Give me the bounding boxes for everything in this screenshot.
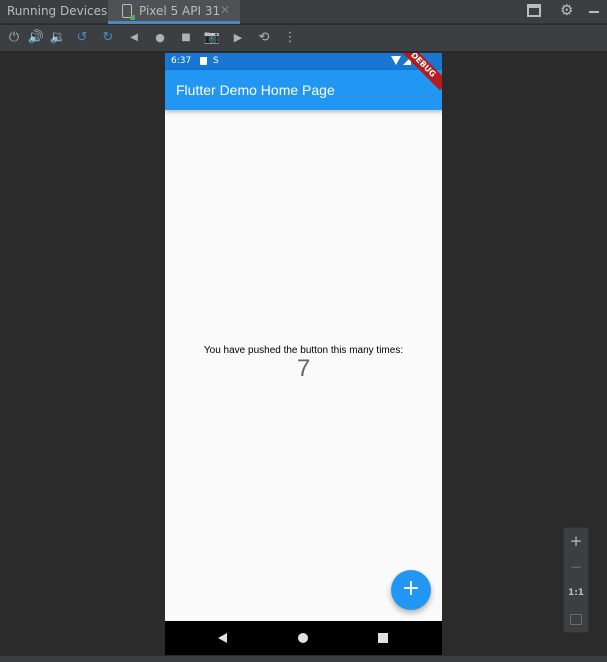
app-bar: Flutter Demo Home Page — [165, 70, 442, 110]
camera-icon[interactable]: 📷 — [203, 29, 221, 47]
status-time: 6:37 — [171, 56, 192, 66]
running-devices-tabbar: Running Devices: Pixel 5 API 31 ✕ ⚙ — [0, 0, 607, 24]
device-phone-icon — [122, 4, 135, 20]
volume-up-icon[interactable]: 🔊 — [27, 29, 45, 47]
nav-home-icon[interactable] — [298, 633, 308, 643]
back-icon[interactable]: ◀ — [125, 29, 143, 47]
zoom-actual-size-button[interactable]: 1:1 — [564, 580, 588, 606]
emulator-toolbar: ⏻ 🔊 🔉 ↺ ↻ ◀ ● ■ 📷 ▶ ⟲ ⋮ — [0, 25, 607, 51]
zoom-fit-icon[interactable] — [570, 614, 582, 625]
zoom-controls: + − 1:1 — [563, 527, 589, 633]
home-icon[interactable]: ● — [151, 29, 169, 47]
panel-title: Running Devices: — [7, 4, 112, 18]
minimize-icon[interactable] — [589, 11, 599, 13]
rotate-left-icon[interactable]: ↺ — [73, 29, 91, 47]
sd-card-icon — [200, 57, 207, 65]
restore-window-icon[interactable] — [527, 4, 541, 17]
device-tab-pixel5[interactable]: Pixel 5 API 31 ✕ — [108, 0, 240, 24]
volume-down-icon[interactable]: 🔉 — [49, 29, 67, 47]
undo-icon[interactable]: ⟲ — [255, 29, 273, 47]
close-tab-icon[interactable]: ✕ — [220, 3, 230, 17]
s-notification-icon: S — [213, 56, 219, 66]
gear-icon[interactable]: ⚙ — [560, 1, 576, 19]
wifi-icon — [391, 56, 401, 65]
android-nav-bar — [165, 621, 442, 655]
increment-fab-button[interactable]: + — [391, 570, 431, 610]
rotate-right-icon[interactable]: ↻ — [99, 29, 117, 47]
counter-value: 7 — [296, 355, 311, 382]
device-screen[interactable]: 6:37 S Flutter Demo Home Page DEBUG You … — [165, 53, 442, 655]
bottom-strip — [0, 656, 607, 662]
android-status-bar: 6:37 S — [165, 53, 442, 70]
device-tab-label: Pixel 5 API 31 — [139, 4, 221, 18]
app-title: Flutter Demo Home Page — [176, 82, 335, 98]
power-icon[interactable]: ⏻ — [5, 29, 23, 47]
more-icon[interactable]: ⋮ — [281, 29, 299, 47]
overview-icon[interactable]: ■ — [177, 29, 195, 47]
zoom-in-button[interactable]: + — [564, 528, 588, 554]
tab-underline — [108, 21, 240, 24]
nav-back-icon[interactable] — [218, 633, 227, 643]
record-icon[interactable]: ▶ — [229, 29, 247, 47]
nav-recents-icon[interactable] — [378, 633, 388, 643]
zoom-out-button[interactable]: − — [564, 554, 588, 580]
